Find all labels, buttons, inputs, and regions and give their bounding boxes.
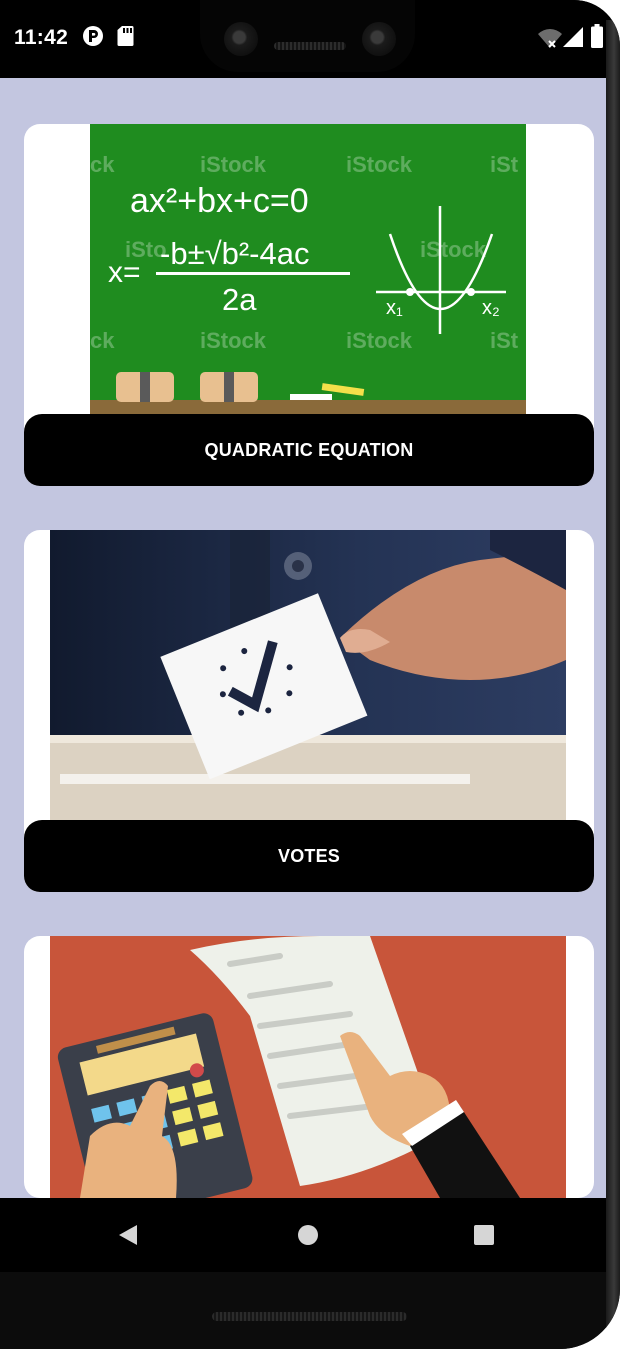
device-frame-edge [606,20,620,1330]
cellular-signal-icon [562,26,584,53]
background-margin [620,0,635,1353]
recents-icon[interactable] [464,1215,504,1255]
card-quadratic-equation[interactable]: ck iStock iStock iSt iSto iStock ck iStock iSt… [24,124,594,486]
svg-text:iStock: iStock [346,328,413,353]
svg-text:iSt: iSt [490,152,519,177]
svg-text:iStock: iStock [200,152,267,177]
app-screen[interactable]: ck iStock iStock iSt iSto iStock ck iStock iSt… [0,78,615,1198]
calculator-invoice-image [50,936,566,1198]
svg-text:iStock: iStock [420,237,487,262]
card-label[interactable]: VOTES [24,820,594,892]
camera-notch [200,0,415,72]
status-time: 11:42 [14,26,69,49]
formula-numerator: -b±√b²-4ac [160,236,309,271]
formula-line1: ax²+bx+c=0 [130,182,309,220]
phone-chin [0,1272,615,1349]
battery-icon [591,24,603,53]
card-label[interactable]: QUADRATIC EQUATION [24,414,594,486]
front-camera [224,22,258,56]
sd-card-icon [117,25,134,52]
front-sensor [362,22,396,56]
system-nav-bar [0,1198,615,1272]
home-icon[interactable] [288,1215,328,1255]
root1-label: x₁ [386,297,403,319]
bottom-speaker [212,1312,407,1321]
data-saver-icon [82,25,104,52]
svg-text:ck: ck [90,152,115,177]
root2-label: x₂ [482,297,500,319]
formula-x: x= [108,256,141,289]
chalkboard-formula-image: ck iStock iStock iSt iSto iStock ck iStock iSt… [90,124,526,414]
ballot-box-image [50,530,566,820]
status-bar: 11:42 [0,0,615,78]
wifi-off-icon [537,27,563,54]
svg-text:iStock: iStock [346,152,413,177]
card-calculator[interactable] [24,936,594,1198]
svg-text:iStock: iStock [200,328,267,353]
phone-device: 11:42 ck iStock iStock iSt iSto iStock c… [0,0,620,1349]
formula-denominator: 2a [222,282,257,317]
svg-text:ck: ck [90,328,115,353]
card-votes[interactable]: VOTES [24,530,594,892]
earpiece-speaker [274,42,346,50]
back-icon[interactable] [108,1215,148,1255]
svg-text:iSt: iSt [490,328,519,353]
